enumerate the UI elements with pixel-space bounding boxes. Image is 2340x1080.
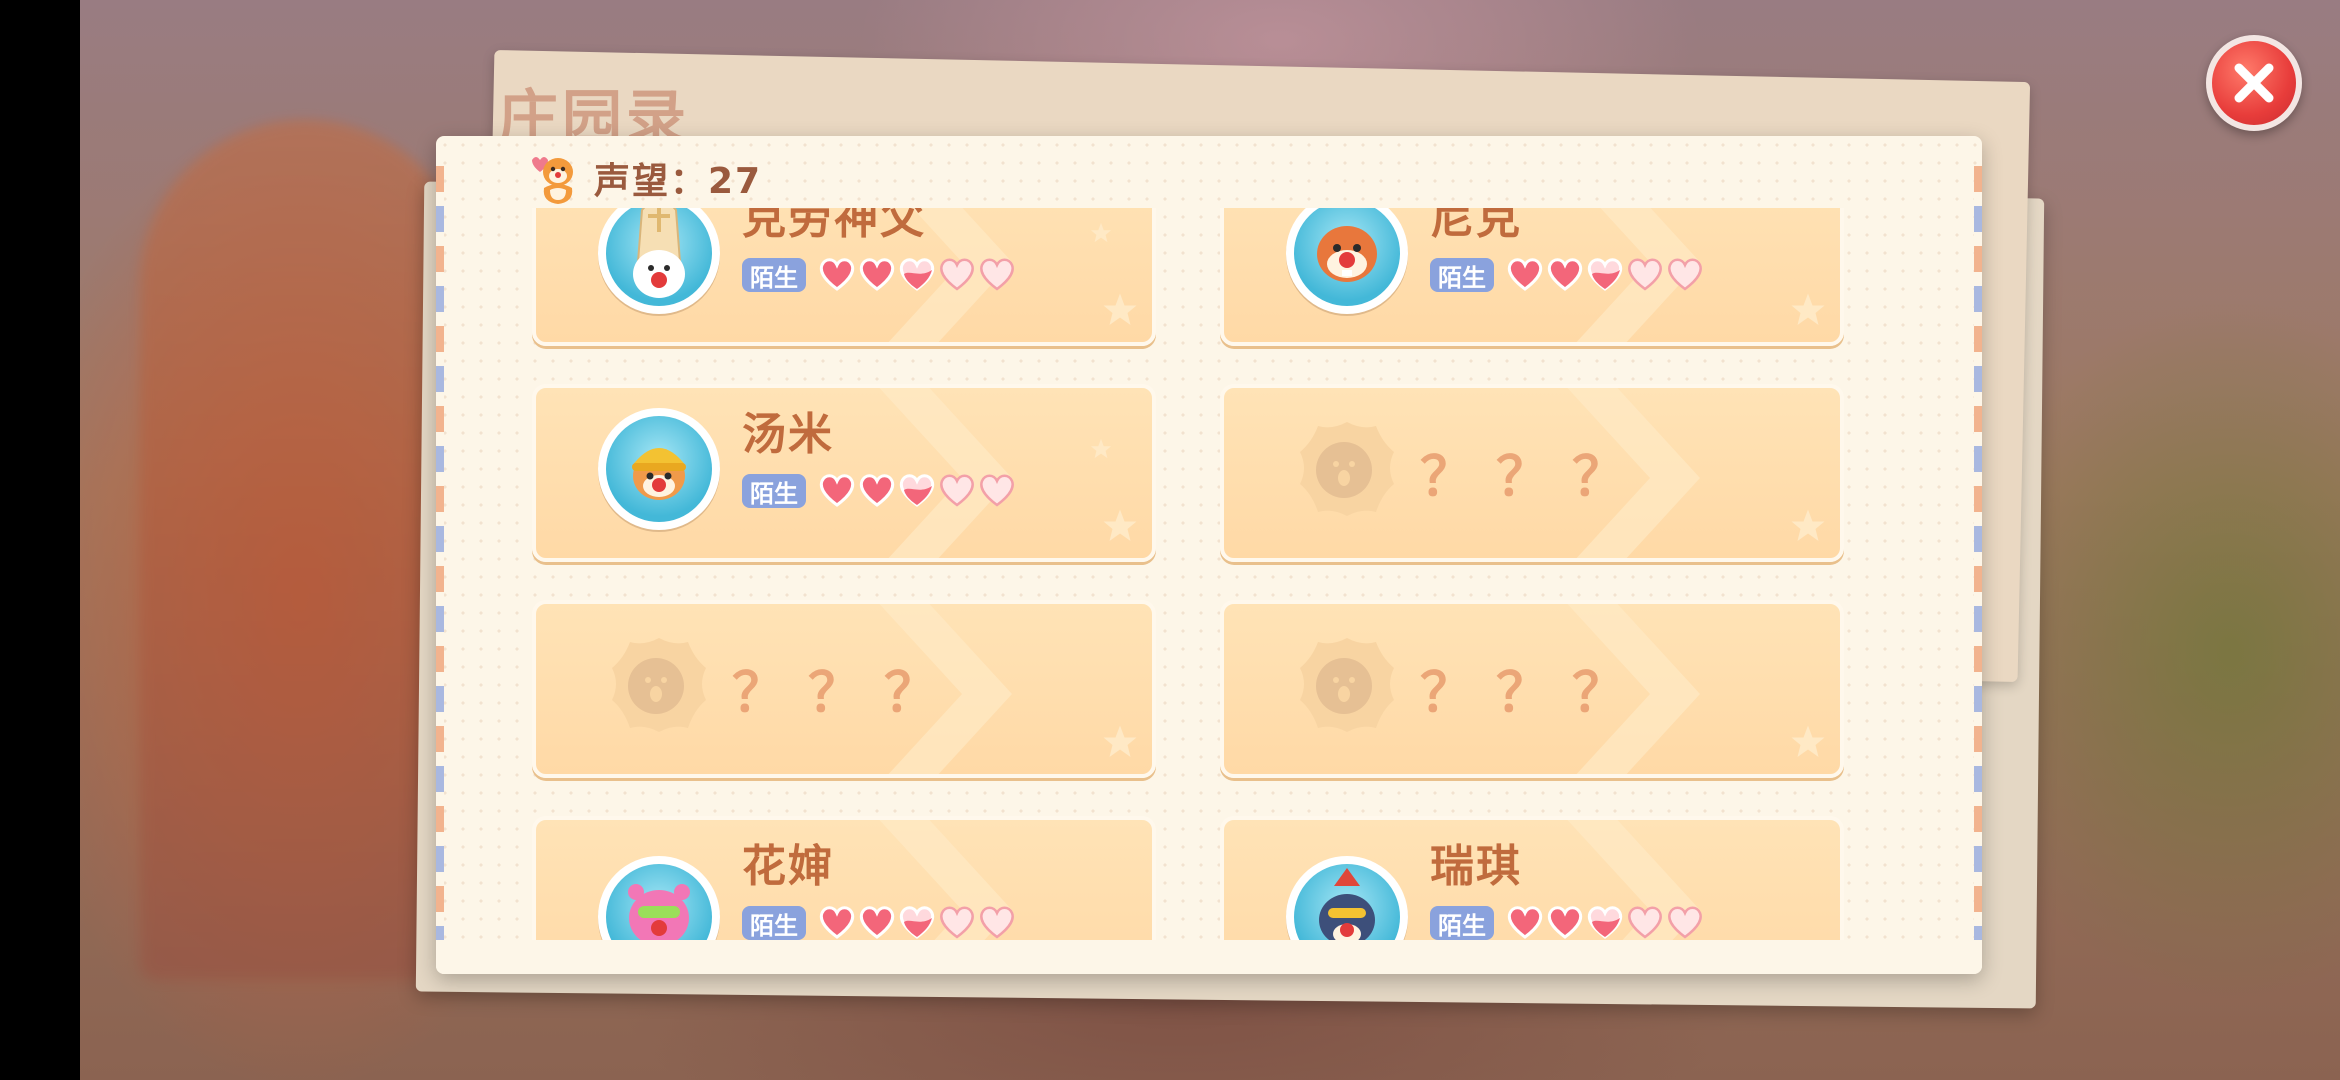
close-button[interactable]: [2206, 35, 2302, 131]
affection-hearts: [1506, 904, 1704, 940]
heart-full-icon: [859, 474, 895, 507]
card-star-decor: [1791, 509, 1825, 541]
card-star-decor: [1090, 438, 1112, 459]
heart-full-icon: [819, 474, 855, 507]
card-star-decor: [1791, 725, 1825, 757]
left-black-bar: [0, 0, 80, 1080]
heart-empty-icon: [1628, 258, 1662, 291]
silhouette-icon: [1300, 422, 1394, 516]
heart-full-icon: [1547, 906, 1583, 939]
heart-empty-icon: [940, 258, 974, 291]
heart-empty-icon: [1628, 906, 1662, 939]
character-card[interactable]: 克劳神父 陌生: [532, 208, 1156, 346]
relation-badge: 陌生: [742, 474, 806, 508]
heart-half-icon: [899, 258, 935, 291]
heart-full-icon: [1547, 258, 1583, 291]
heart-half-icon: [899, 906, 935, 939]
affection-hearts: [818, 472, 1016, 508]
nick-avatar: [1286, 208, 1408, 314]
affection-hearts: [818, 904, 1016, 940]
silhouette-icon: [612, 638, 706, 732]
locked-character-card[interactable]: ？？？: [1220, 384, 1844, 562]
heart-full-icon: [819, 258, 855, 291]
card-star-decor: [1090, 222, 1112, 243]
affection-hearts: [818, 256, 1016, 292]
relation-badge: 陌生: [1430, 258, 1494, 292]
character-card[interactable]: 尼克 陌生: [1220, 208, 1844, 346]
reputation-row: 声望：27: [526, 148, 762, 208]
character-name: 瑞琪: [1430, 841, 1522, 892]
heart-empty-icon: [940, 474, 974, 507]
heart-full-icon: [1507, 906, 1543, 939]
heart-empty-icon: [940, 906, 974, 939]
character-name: 克劳神父: [742, 208, 926, 244]
heart-full-icon: [859, 258, 895, 291]
affection-hearts: [1506, 256, 1704, 292]
character-card[interactable]: 汤米 陌生: [532, 384, 1156, 562]
relation-badge: 陌生: [742, 258, 806, 292]
heart-full-icon: [819, 906, 855, 939]
character-name: 花婶: [742, 841, 834, 892]
locked-character-card[interactable]: ？？？: [1220, 600, 1844, 778]
heart-empty-icon: [980, 906, 1014, 939]
locked-character-card[interactable]: ？？？: [532, 600, 1156, 778]
unknown-character-name: ？？？: [1420, 661, 1648, 724]
heart-full-icon: [1507, 258, 1543, 291]
silhouette-icon: [1300, 638, 1394, 732]
heart-empty-icon: [980, 258, 1014, 291]
character-name: 尼克: [1430, 208, 1522, 244]
card-star-decor: [1103, 293, 1137, 325]
tommy-avatar: [598, 408, 720, 530]
character-list-panel: 声望：27 克劳神父 陌生 尼克 陌生 汤米 陌生 ？？？ ？？？ ？？？ 花婶…: [436, 136, 1982, 974]
priest-avatar: [598, 208, 720, 314]
character-name: 汤米: [742, 409, 834, 460]
heart-half-icon: [1587, 906, 1623, 939]
heart-full-icon: [859, 906, 895, 939]
unknown-character-name: ？？？: [1420, 445, 1648, 508]
airmail-border-right: [1974, 166, 1982, 944]
fox-mascot-icon: [532, 157, 573, 204]
close-icon: [2234, 63, 2274, 103]
heart-empty-icon: [1668, 258, 1702, 291]
heart-empty-icon: [980, 474, 1014, 507]
relation-badge: 陌生: [1430, 906, 1494, 940]
character-list[interactable]: 克劳神父 陌生 尼克 陌生 汤米 陌生 ？？？ ？？？ ？？？ 花婶 陌生 瑞琪…: [532, 208, 1862, 974]
reputation-label: 声望：27: [594, 161, 763, 202]
heart-half-icon: [1587, 258, 1623, 291]
relation-badge: 陌生: [742, 906, 806, 940]
card-star-decor: [1791, 293, 1825, 325]
heart-half-icon: [899, 474, 935, 507]
card-star-decor: [1103, 725, 1137, 757]
airmail-border-left: [436, 166, 444, 944]
unknown-character-name: ？？？: [732, 661, 960, 724]
card-star-decor: [1103, 509, 1137, 541]
heart-empty-icon: [1668, 906, 1702, 939]
panel-bottom-edge: [436, 940, 1982, 974]
